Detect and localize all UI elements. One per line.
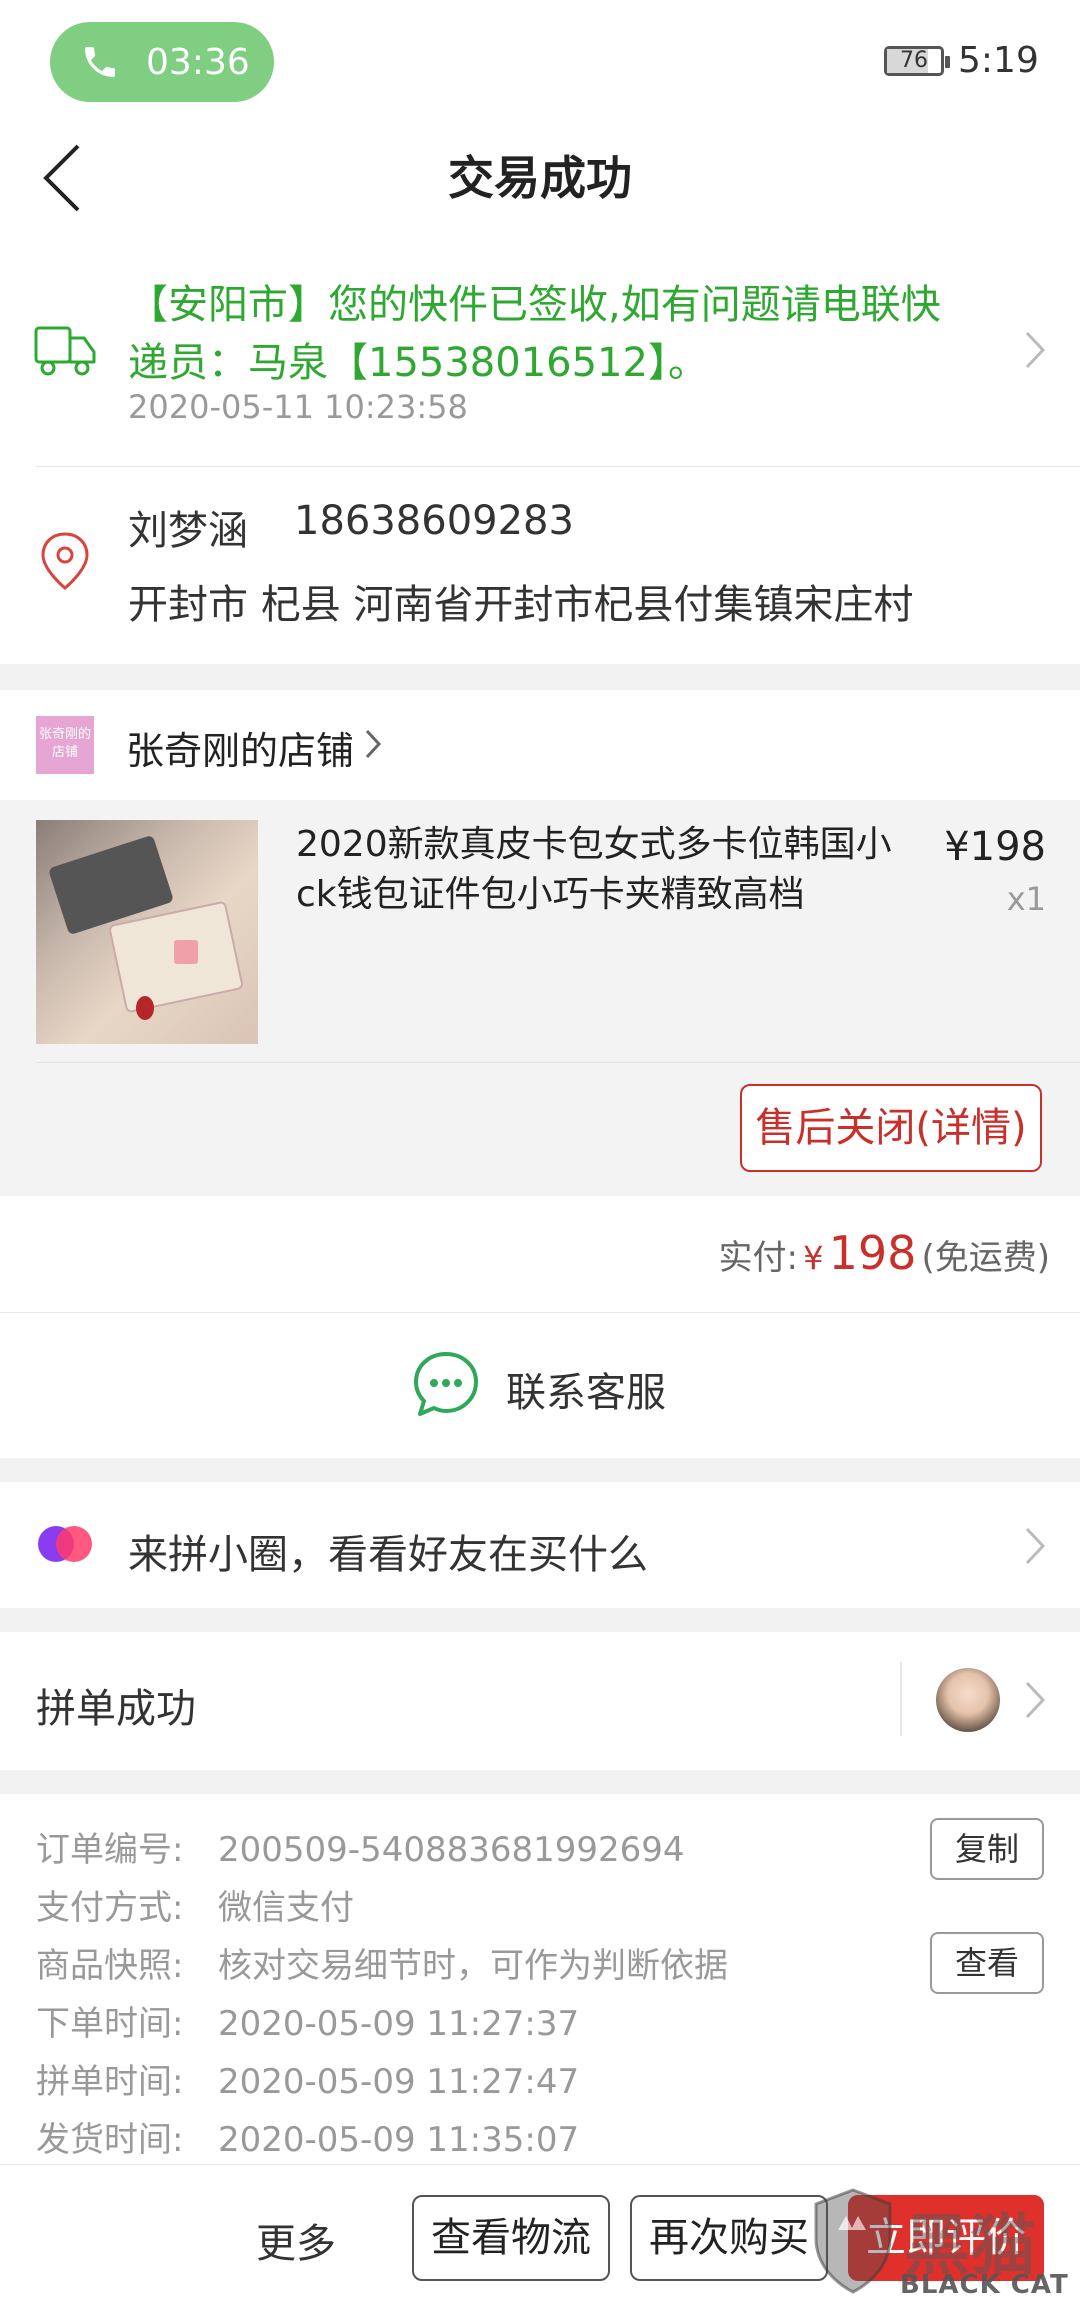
product-title: 2020新款真皮卡包女式多卡位韩国小 ck钱包证件包小巧卡夹精致高档	[296, 820, 926, 920]
product-title-line-1: 2020新款真皮卡包女式多卡位韩国小	[296, 824, 892, 865]
product-quantity: x1	[1006, 880, 1046, 918]
order-info-key: 拼单时间:	[36, 2062, 184, 2102]
group-status-label: 拼单成功	[36, 1686, 196, 1732]
view-logistics-button[interactable]: 查看物流	[412, 2195, 610, 2281]
logistics-line-2: 递员：马泉【15538016512】。	[128, 340, 708, 386]
status-bar: 03:36 76 5:19	[0, 0, 1080, 120]
payment-method-row: 支付方式: 微信支付	[36, 1880, 354, 1929]
order-info-value: 微信支付	[218, 1888, 354, 1928]
copy-order-number-button[interactable]: 复制	[930, 1818, 1044, 1880]
product-price: ¥198	[944, 824, 1046, 870]
order-info-value: 2020-05-09 11:27:47	[218, 2062, 580, 2102]
product-title-line-2: ck钱包证件包小巧卡夹精致高档	[296, 874, 805, 915]
order-info-value: 2020-05-09 11:27:37	[218, 2004, 580, 2044]
order-info-key: 订单编号:	[36, 1830, 184, 1870]
logistics-card[interactable]: 【安阳市】您的快件已签收,如有问题请电联快 递员：马泉【15538016512】…	[0, 230, 1080, 468]
shop-logo-text-2: 店铺	[51, 745, 78, 760]
product-thumbnail[interactable]	[36, 820, 258, 1044]
order-info-value: 2020-05-09 11:35:07	[218, 2120, 580, 2160]
snapshot-row: 商品快照: 核对交易细节时，可作为判断依据	[36, 1938, 728, 1987]
battery-level: 76	[900, 48, 928, 73]
chevron-right-icon	[1025, 1527, 1046, 1565]
recipient-phone: 18638609283	[294, 498, 574, 544]
more-button[interactable]: 更多	[256, 2211, 336, 2269]
after-sale-details-button[interactable]: 售后关闭(详情)	[740, 1084, 1042, 1172]
group-time-row: 拼单时间: 2020-05-09 11:27:47	[36, 2054, 579, 2103]
divider	[0, 1312, 1080, 1313]
page-title: 交易成功	[448, 151, 632, 205]
product-item[interactable]: 2020新款真皮卡包女式多卡位韩国小 ck钱包证件包小巧卡夹精致高档 ¥198 …	[0, 800, 1080, 1196]
ongoing-call-pill[interactable]: 03:36	[50, 22, 274, 102]
buy-again-button[interactable]: 再次购买	[630, 2195, 828, 2281]
recipient-address: 开封市 杞县 河南省开封市杞县付集镇宋庄村	[128, 582, 914, 628]
shop-logo-text-1: 张奇刚的	[38, 727, 91, 742]
shop-logo: 张奇刚的 店铺	[36, 716, 94, 774]
location-pin-icon	[41, 532, 89, 590]
chevron-right-icon	[1025, 331, 1046, 369]
order-info-key: 下单时间:	[36, 2004, 184, 2044]
divider	[36, 466, 1080, 467]
paid-amount: 198	[828, 1226, 917, 1280]
logistics-status-text: 【安阳市】您的快件已签收,如有问题请电联快 递员：马泉【15538016512】…	[128, 276, 958, 392]
truck-icon	[34, 326, 96, 376]
group-order-status[interactable]: 拼单成功	[0, 1632, 1080, 1770]
shop-name: 张奇刚的店铺	[126, 729, 355, 773]
contact-service-label: 联系客服	[506, 1370, 666, 1416]
view-snapshot-button[interactable]: 查看	[930, 1932, 1044, 1994]
call-duration: 03:36	[146, 41, 250, 83]
phone-icon	[85, 47, 115, 77]
avatar[interactable]	[936, 1668, 1000, 1732]
nav-bar: 交易成功	[0, 120, 1080, 230]
friend-circle-label: 来拼小圈，看看好友在买什么	[128, 1532, 648, 1578]
order-info: 订单编号: 200509-540883681992694 支付方式: 微信支付 商品…	[0, 1794, 1080, 2164]
chevron-right-icon	[365, 729, 382, 759]
watermark-text: BLACK CAT	[900, 2270, 1069, 2300]
payment-summary: 实付: ¥ 198 (免运费)	[0, 1196, 1080, 1312]
paid-label: 实付:	[718, 1238, 799, 1278]
order-time-row: 下单时间: 2020-05-09 11:27:37	[36, 1996, 579, 2045]
paid-currency: ¥	[803, 1239, 824, 1277]
contact-service-button[interactable]: 联系客服	[0, 1312, 1080, 1458]
circle-logo-icon	[38, 1526, 92, 1562]
divider	[900, 1662, 902, 1736]
shop-header[interactable]: 张奇刚的 店铺 张奇刚的店铺	[0, 690, 1080, 800]
order-info-key: 商品快照:	[36, 1946, 184, 1986]
shield-logo-icon	[814, 2188, 892, 2294]
divider	[36, 1062, 1080, 1063]
logistics-line-1: 【安阳市】您的快件已签收,如有问题请电联快	[128, 282, 941, 328]
order-info-value: 核对交易细节时，可作为判断依据	[218, 1946, 728, 1986]
ship-time-row: 发货时间: 2020-05-09 11:35:07	[36, 2112, 579, 2161]
order-info-value: 200509-540883681992694	[218, 1830, 685, 1870]
battery-icon: 76	[884, 46, 950, 76]
address-card: 刘梦涵 18638609283 开封市 杞县 河南省开封市杞县付集镇宋庄村	[0, 468, 1080, 664]
chevron-right-icon	[1025, 1681, 1046, 1719]
status-clock: 5:19	[958, 40, 1039, 81]
order-number-row: 订单编号: 200509-540883681992694	[36, 1822, 685, 1871]
blackcat-watermark: 黑猫 BLACK CAT	[808, 2186, 1080, 2310]
recipient-name: 刘梦涵	[128, 508, 248, 554]
shipping-note: (免运费)	[921, 1238, 1050, 1278]
chat-bubble-icon	[414, 1352, 478, 1416]
order-info-key: 支付方式:	[36, 1888, 184, 1928]
logistics-time: 2020-05-11 10:23:58	[128, 388, 468, 426]
order-info-key: 发货时间:	[36, 2120, 184, 2160]
friend-circle-entry[interactable]: 来拼小圈，看看好友在买什么	[0, 1482, 1080, 1608]
